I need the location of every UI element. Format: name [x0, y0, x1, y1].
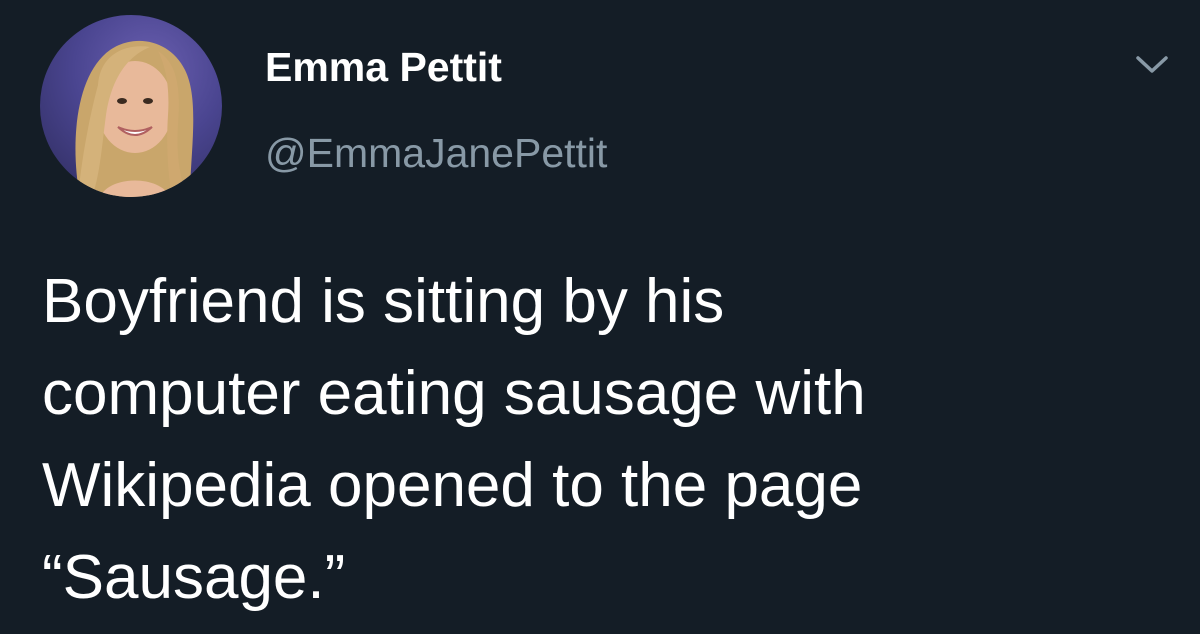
user-handle[interactable]: @EmmaJanePettit	[265, 130, 607, 177]
tweet-text: Boyfriend is sitting by his computer eat…	[42, 267, 866, 612]
avatar[interactable]	[40, 15, 222, 197]
avatar-photo-icon	[75, 40, 194, 197]
tweet-card: Emma Pettit @EmmaJanePettit Boyfriend is…	[0, 0, 1200, 634]
display-name[interactable]: Emma Pettit	[265, 44, 502, 91]
chevron-down-icon[interactable]	[1134, 52, 1170, 76]
